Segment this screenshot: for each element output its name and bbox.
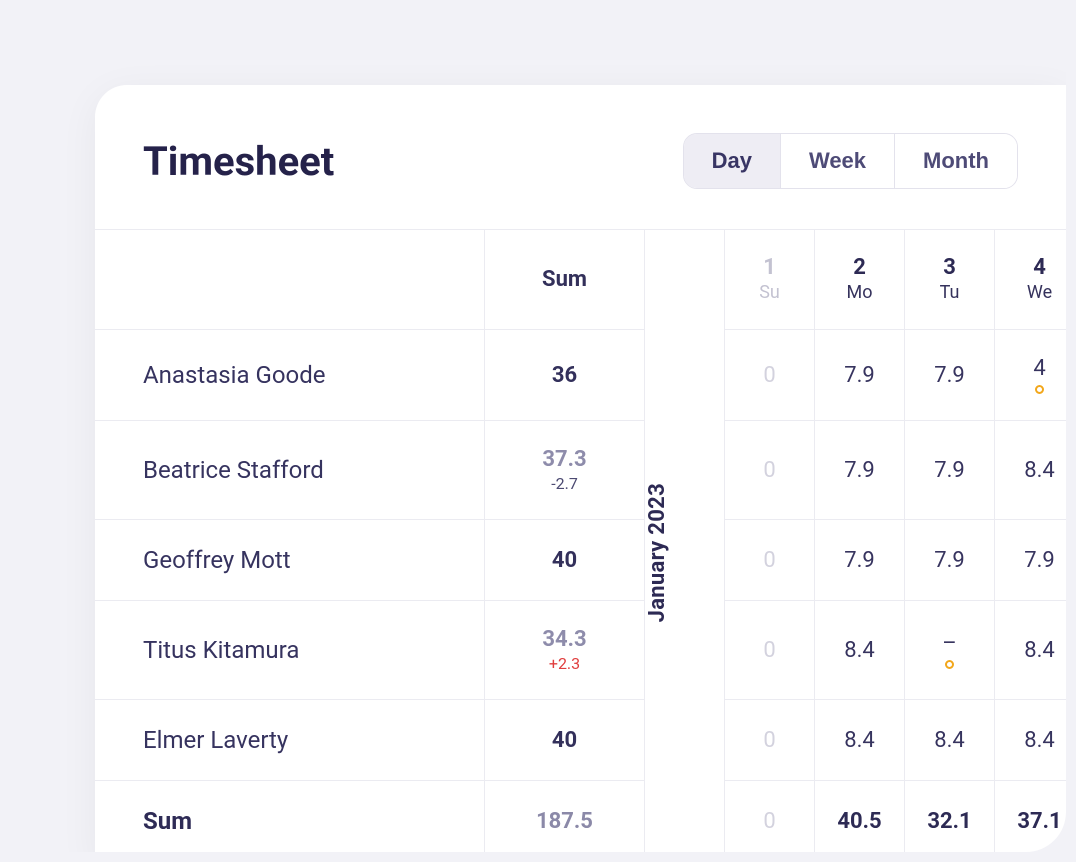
day-abbr: Tu [940,282,960,303]
day-number: 2 [853,256,866,280]
sum-value: 37.3 [542,447,586,472]
footer-sum: 187.5 [485,781,645,852]
footer-value: 37.1 [1017,809,1061,834]
month-label: January 2023 [645,483,670,622]
employee-name[interactable]: Anastasia Goode [95,330,485,421]
time-value: 7.9 [844,458,875,483]
footer-day-total: 0 [725,781,815,852]
time-cell[interactable]: 8.4 [815,700,905,781]
timesheet-card: Timesheet Day Week Month Sum January 202… [95,85,1066,852]
row-sum[interactable]: 40 [485,520,645,601]
time-cell[interactable]: 7.9 [815,520,905,601]
row-sum[interactable]: 40 [485,700,645,781]
segment-week[interactable]: Week [781,134,895,188]
day-abbr: We [1027,282,1052,303]
row-sum[interactable]: 36 [485,330,645,421]
employee-name[interactable]: Geoffrey Mott [95,520,485,601]
time-value: 0 [763,638,775,663]
sum-value: 36 [552,363,577,388]
time-cell[interactable]: 7.9 [815,330,905,421]
time-cell[interactable]: 0 [725,700,815,781]
footer-day-total: 40.5 [815,781,905,852]
day-header-2[interactable]: 2 Mo [815,230,905,330]
sum-delta: +2.3 [549,654,580,673]
time-value: 7.9 [844,363,875,388]
day-header-1[interactable]: 1 Su [725,230,815,330]
time-value: 8.4 [1024,458,1055,483]
page-background: Timesheet Day Week Month Sum January 202… [10,10,1066,852]
time-value: 8.4 [844,638,875,663]
header-sum: Sum [485,230,645,330]
time-cell[interactable]: 7.9 [905,330,995,421]
view-segmented-control: Day Week Month [683,133,1018,189]
time-cell[interactable]: 0 [725,601,815,700]
time-value: 0 [763,728,775,753]
footer-day-total: 32.1 [905,781,995,852]
day-number: 1 [763,256,776,280]
row-sum[interactable]: 37.3 -2.7 [485,421,645,520]
day-abbr: Mo [847,282,873,303]
segment-day[interactable]: Day [684,134,781,188]
employee-name[interactable]: Elmer Laverty [95,700,485,781]
top-bar: Timesheet Day Week Month [95,85,1066,229]
time-value: 7.9 [934,363,965,388]
time-cell[interactable]: – [905,601,995,700]
time-cell[interactable]: 8.4 [995,421,1066,520]
segment-month[interactable]: Month [895,134,1017,188]
time-value: 8.4 [1024,638,1055,663]
sum-header-label: Sum [542,267,587,292]
time-cell[interactable]: 0 [725,520,815,601]
time-value: – [942,631,956,656]
footer-value: 32.1 [927,809,971,834]
status-dot-icon [1035,385,1044,394]
time-cell[interactable]: 7.9 [905,421,995,520]
time-value: 0 [763,458,775,483]
sum-value: 34.3 [542,627,586,652]
time-value: 7.9 [1024,548,1055,573]
day-abbr: Su [759,282,780,303]
row-sum[interactable]: 34.3 +2.3 [485,601,645,700]
page-title: Timesheet [143,138,334,185]
day-header-3[interactable]: 3 Tu [905,230,995,330]
sum-delta: -2.7 [551,474,578,493]
footer-value: 40.5 [837,809,881,834]
time-cell[interactable]: 7.9 [995,520,1066,601]
footer-sum-value: 187.5 [536,809,593,834]
header-empty [95,230,485,330]
time-cell[interactable]: 7.9 [815,421,905,520]
sum-value: 40 [552,728,577,753]
day-number: 4 [1033,256,1046,280]
employee-name[interactable]: Titus Kitamura [95,601,485,700]
time-value: 8.4 [934,728,965,753]
time-cell[interactable]: 0 [725,421,815,520]
time-cell[interactable]: 8.4 [815,601,905,700]
time-value: 0 [763,548,775,573]
day-number: 3 [943,256,956,280]
timesheet-grid: Sum January 2023 1 Su 2 Mo 3 Tu 4 We [95,229,1066,852]
time-value: 7.9 [844,548,875,573]
time-cell[interactable]: 4 [995,330,1066,421]
time-cell[interactable]: 8.4 [995,700,1066,781]
time-cell[interactable]: 0 [725,330,815,421]
status-dot-icon [945,660,954,669]
time-cell[interactable]: 7.9 [905,520,995,601]
time-cell[interactable]: 8.4 [905,700,995,781]
time-cell[interactable]: 8.4 [995,601,1066,700]
time-value: 7.9 [934,548,965,573]
month-column: January 2023 [645,230,725,852]
day-header-4[interactable]: 4 We [995,230,1066,330]
time-value: 8.4 [1024,728,1055,753]
time-value: 8.4 [844,728,875,753]
time-value: 0 [763,363,775,388]
employee-name[interactable]: Beatrice Stafford [95,421,485,520]
time-value: 7.9 [934,458,965,483]
footer-label: Sum [95,781,485,852]
footer-value: 0 [763,809,775,834]
footer-day-total: 37.1 [995,781,1066,852]
time-value: 4 [1033,356,1045,381]
sum-value: 40 [552,548,577,573]
